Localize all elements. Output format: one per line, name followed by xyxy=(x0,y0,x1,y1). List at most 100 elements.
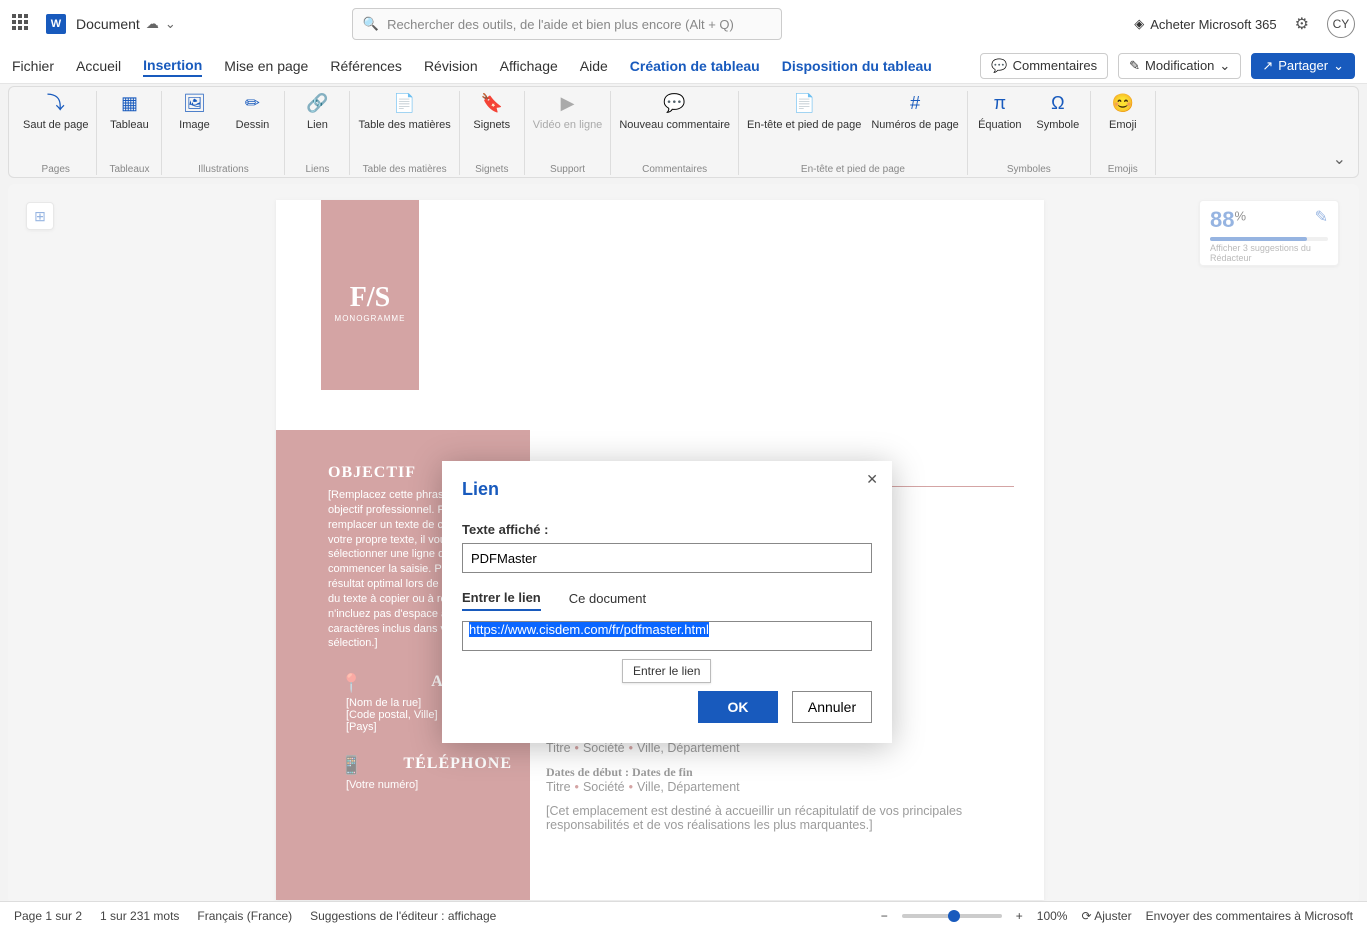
tab-miseenpage[interactable]: Mise en page xyxy=(224,56,308,76)
ribbon-button[interactable]: π Équation xyxy=(976,91,1024,132)
status-page[interactable]: Page 1 sur 2 xyxy=(14,909,82,923)
ribbon-button[interactable]: ⤵Saut de page xyxy=(23,91,88,132)
ribbon-button[interactable]: 🖼Image xyxy=(170,91,218,132)
ribbon-icon: 💬 xyxy=(662,91,688,117)
status-words[interactable]: 1 sur 231 mots xyxy=(100,909,179,923)
ribbon-button-label: Table des matières xyxy=(358,119,450,132)
tab-revision[interactable]: Révision xyxy=(424,56,478,76)
tab-insertion[interactable]: Insertion xyxy=(143,55,202,77)
ribbon-button-label: Lien xyxy=(307,119,328,132)
url-selected-text: https://www.cisdem.com/fr/pdfmaster.html xyxy=(469,622,709,637)
chevron-down-icon: ⌄ xyxy=(1333,58,1344,74)
tab-disposition-tableau[interactable]: Disposition du tableau xyxy=(782,56,932,76)
ribbon-button[interactable]: ✏ Dessin xyxy=(228,91,276,132)
ribbon-button[interactable]: 📄 Table des matières xyxy=(358,91,450,132)
ribbon-icon: 📄 xyxy=(791,91,817,117)
ribbon-icon: 🖼 xyxy=(181,91,207,117)
account-avatar[interactable]: CY xyxy=(1327,10,1355,38)
ok-button[interactable]: OK xyxy=(698,691,778,723)
ribbon-button-label: Dessin xyxy=(236,119,270,132)
ribbon-button-label: Vidéo en ligne xyxy=(533,119,603,132)
tab-creation-tableau[interactable]: Création de tableau xyxy=(630,56,760,76)
ribbon-button[interactable]: 🔗Lien xyxy=(293,91,341,132)
cancel-button[interactable]: Annuler xyxy=(792,691,872,723)
ribbon-icon: Ω xyxy=(1045,91,1071,117)
ribbon-group: ⤵Saut de page Pages xyxy=(15,91,97,175)
ribbon-button[interactable]: 🔖 Signets xyxy=(468,91,516,132)
tab-this-document[interactable]: Ce document xyxy=(569,591,646,611)
ribbon-button[interactable]: 😊Emoji xyxy=(1099,91,1147,132)
ribbon-group-label: En-tête et pied de page xyxy=(801,162,905,175)
buy-m365-button[interactable]: ◈ Acheter Microsoft 365 xyxy=(1134,16,1276,32)
feedback-link[interactable]: Envoyer des commentaires à Microsoft xyxy=(1146,909,1353,923)
word-app-icon[interactable]: W xyxy=(46,14,66,34)
ribbon-button-label: Signets xyxy=(473,119,510,132)
titlebar: W Document ☁ ⌄ 🔍 Rechercher des outils, … xyxy=(0,0,1367,48)
ribbon-expand-icon[interactable]: ⌄ xyxy=(1327,143,1352,175)
share-button[interactable]: ↗Partager⌄ xyxy=(1251,53,1355,79)
ribbon-group-label: Signets xyxy=(475,162,508,175)
ribbon-group-label: Liens xyxy=(306,162,330,175)
ribbon-icon: 📄 xyxy=(392,91,418,117)
document-title[interactable]: Document xyxy=(76,16,140,32)
search-icon: 🔍 xyxy=(363,16,379,32)
zoom-slider[interactable] xyxy=(902,914,1002,918)
ribbon-button[interactable]: 📄 En-tête et pied de page xyxy=(747,91,861,132)
ribbon-group-label: Tableaux xyxy=(109,162,149,175)
close-icon[interactable]: ✕ xyxy=(866,471,878,488)
ribbon-group: ▶Vidéo en ligneSupport xyxy=(525,91,612,175)
tab-aide[interactable]: Aide xyxy=(580,56,608,76)
ribbon-icon: 🔖 xyxy=(479,91,505,117)
status-bar: Page 1 sur 2 1 sur 231 mots Français (Fr… xyxy=(0,901,1367,929)
ribbon-icon: 😊 xyxy=(1110,91,1136,117)
zoom-value[interactable]: 100% xyxy=(1037,909,1068,923)
ribbon-button-label: En-tête et pied de page xyxy=(747,119,861,132)
ribbon-group: 🔗Lien Liens xyxy=(285,91,350,175)
ribbon-group: ▦Tableau Tableaux xyxy=(97,91,162,175)
comments-label: Commentaires xyxy=(1013,58,1098,73)
ribbon-button[interactable]: ΩSymbole xyxy=(1034,91,1082,132)
ribbon-button[interactable]: ▦Tableau xyxy=(105,91,153,132)
search-input[interactable]: 🔍 Rechercher des outils, de l'aide et bi… xyxy=(352,8,782,40)
editing-mode-button[interactable]: ✎Modification⌄ xyxy=(1118,53,1241,79)
ribbon-group: π Équation ΩSymbole Symboles xyxy=(968,91,1091,175)
url-input[interactable]: https://www.cisdem.com/fr/pdfmaster.html xyxy=(462,621,872,651)
ribbon-button[interactable]: ▶Vidéo en ligne xyxy=(533,91,603,132)
dialog-tabs: Entrer le lien Ce document xyxy=(462,591,872,611)
status-lang[interactable]: Français (France) xyxy=(197,909,292,923)
ribbon-group: 🔖 Signets Signets xyxy=(460,91,525,175)
tab-accueil[interactable]: Accueil xyxy=(76,56,121,76)
ribbon-group-label: Symboles xyxy=(1007,162,1051,175)
ribbon-group: 📄 Table des matières Table des matières xyxy=(350,91,459,175)
tab-enter-link[interactable]: Entrer le lien xyxy=(462,591,541,611)
ribbon-icon: π xyxy=(987,91,1013,117)
ribbon-button-label: Numéros de page xyxy=(871,119,958,132)
ribbon-group: 📄 En-tête et pied de page #Numéros de page… xyxy=(739,91,968,175)
zoom-out-button[interactable]: − xyxy=(881,909,888,923)
ribbon-group-label: Illustrations xyxy=(198,162,249,175)
buy-m365-label: Acheter Microsoft 365 xyxy=(1150,17,1276,32)
zoom-in-button[interactable]: + xyxy=(1016,909,1023,923)
tab-affichage[interactable]: Affichage xyxy=(500,56,558,76)
display-text-input[interactable] xyxy=(462,543,872,573)
fit-button[interactable]: ⟳ Ajuster xyxy=(1081,909,1131,923)
share-label: Partager xyxy=(1278,58,1328,73)
ribbon-icon: ✏ xyxy=(239,91,265,117)
title-dropdown-icon[interactable]: ⌄ xyxy=(165,16,176,32)
ribbon-button[interactable]: 💬Nouveau commentaire xyxy=(619,91,730,132)
save-status-icon[interactable]: ☁ xyxy=(146,16,159,32)
ribbon-group-label: Emojis xyxy=(1108,162,1138,175)
comments-button[interactable]: 💬 Commentaires xyxy=(980,53,1108,79)
app-launcher-icon[interactable] xyxy=(12,14,32,34)
tab-references[interactable]: Références xyxy=(330,56,402,76)
ribbon-button[interactable]: #Numéros de page xyxy=(871,91,958,132)
settings-gear-icon[interactable]: ⚙ xyxy=(1295,14,1309,34)
comment-icon: 💬 xyxy=(991,58,1007,74)
ribbon-group-label: Table des matières xyxy=(363,162,447,175)
tab-fichier[interactable]: Fichier xyxy=(12,56,54,76)
status-suggestions[interactable]: Suggestions de l'éditeur : affichage xyxy=(310,909,496,923)
editing-label: Modification xyxy=(1145,58,1214,73)
ribbon-group-label: Pages xyxy=(42,162,70,175)
link-dialog: ✕ Lien Texte affiché : Entrer le lien Ce… xyxy=(442,461,892,743)
ribbon-button-label: Équation xyxy=(978,119,1021,132)
